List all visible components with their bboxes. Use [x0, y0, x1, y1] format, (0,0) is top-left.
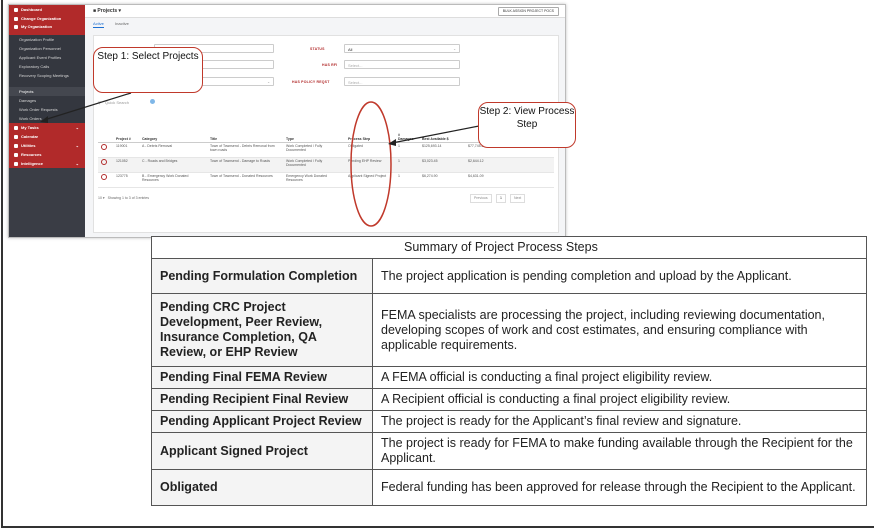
summary-step: Pending Final FEMA Review — [151, 366, 373, 389]
summary-description: A FEMA official is conducting a final pr… — [372, 366, 867, 389]
summary-title-row: Summary of Project Process Steps — [151, 236, 867, 259]
summary-row: Pending Final FEMA Review A FEMA officia… — [151, 366, 867, 389]
step1-callout: Step 1: Select Projects — [93, 47, 203, 93]
summary-step: Pending Recipient Final Review — [151, 388, 373, 411]
summary-description: The project is ready for the Applicant’s… — [372, 410, 867, 433]
step1-arrowhead — [40, 116, 48, 123]
summary-description: FEMA specialists are processing the proj… — [372, 293, 867, 367]
summary-step: Pending Formulation Completion — [151, 258, 373, 294]
summary-description: The project application is pending compl… — [372, 258, 867, 294]
summary-description: Federal funding has been approved for re… — [372, 469, 867, 506]
step2-callout: Step 2: View Process Step — [478, 102, 576, 148]
summary-step: Pending Applicant Project Review — [151, 410, 373, 433]
summary-row: Pending CRC Project Development, Peer Re… — [151, 293, 867, 367]
summary-step: Obligated — [151, 469, 373, 506]
summary-row: Pending Recipient Final Review A Recipie… — [151, 388, 867, 411]
summary-step: Pending CRC Project Development, Peer Re… — [151, 293, 373, 367]
summary-row: Applicant Signed Project The project is … — [151, 432, 867, 470]
process-step-highlight — [350, 101, 392, 227]
summary-row: Pending Formulation Completion The proje… — [151, 258, 867, 294]
process-steps-summary-table: Summary of Project Process Steps Pending… — [151, 236, 867, 506]
step2-arrow-line — [391, 125, 480, 144]
summary-title: Summary of Project Process Steps — [151, 236, 867, 259]
summary-step: Applicant Signed Project — [151, 432, 373, 470]
summary-row: Obligated Federal funding has been appro… — [151, 469, 867, 506]
summary-description: A Recipient official is conducting a fin… — [372, 388, 867, 411]
summary-row: Pending Applicant Project Review The pro… — [151, 410, 867, 433]
step1-arrow-line — [43, 92, 132, 121]
summary-description: The project is ready for FEMA to make fu… — [372, 432, 867, 470]
